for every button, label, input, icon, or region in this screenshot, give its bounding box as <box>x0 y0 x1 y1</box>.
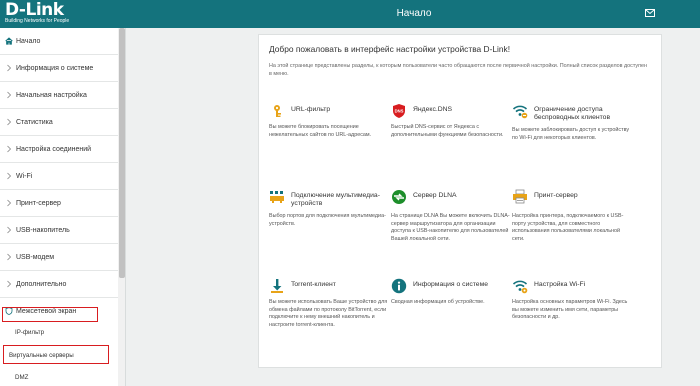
chevron-right-icon <box>7 199 12 207</box>
sidebar-item-label: Настройка соединений <box>16 145 92 153</box>
tile-title: Принт-сервер <box>534 192 578 199</box>
sidebar-item-label: Статистика <box>16 118 53 126</box>
mail-icon[interactable] <box>645 9 655 17</box>
wifi-restrict-icon <box>512 105 528 119</box>
sidebar-subitem-label: IP-фильтр <box>15 328 45 336</box>
printer-icon <box>513 189 527 204</box>
sidebar-item-label: Информация о системе <box>16 64 94 72</box>
tile-title: Информация о системе <box>413 281 489 288</box>
yandex-dns-icon: DNS <box>393 104 405 118</box>
welcome-description: На этой странице представлены разделы, к… <box>269 63 647 77</box>
logo[interactable]: D-Link Building Networks for People <box>0 0 128 28</box>
sidebar-item-label: Принт-сервер <box>16 199 61 207</box>
tile-title: Яндекс.DNS <box>413 106 453 113</box>
chevron-right-icon <box>7 280 12 288</box>
sidebar-item-advanced[interactable]: Дополнительно <box>0 271 118 298</box>
welcome-title: Добро пожаловать в интерфейс настройки у… <box>269 44 511 54</box>
top-bar: D-Link Building Networks for People Нача… <box>0 0 700 28</box>
tile-title: URL-фильтр <box>291 106 331 113</box>
tile-description: Вы можете использовать Ваше устройство д… <box>269 299 388 328</box>
tile-description: Вы можете блокировать посещение нежелате… <box>269 124 372 138</box>
sidebar-item-label: Начало <box>16 37 41 45</box>
svg-text:DNS: DNS <box>395 109 404 114</box>
sidebar-item-statistics[interactable]: Статистика <box>0 109 118 136</box>
tile-title: Torrent-клиент <box>291 281 336 288</box>
sidebar-item-label: Wi-Fi <box>16 172 33 180</box>
logo-tagline: Building Networks for People <box>5 18 70 24</box>
tile-title: Сервер DLNA <box>413 192 457 199</box>
sidebar-item-label: USB-модем <box>16 253 55 261</box>
sidebar-item-usb-modem[interactable]: USB-модем <box>0 244 118 271</box>
tile-description: Настройка основных параметров Wi-Fi. Зде… <box>512 299 628 321</box>
tile-description: Сводная информация об устройстве. <box>391 299 485 305</box>
welcome-card: Добро пожаловать в интерфейс настройки у… <box>258 34 662 368</box>
url-filter-icon <box>274 105 281 117</box>
tile-description: На странице DLNA Вы можете включить DLNA… <box>391 213 510 242</box>
logo-text: D-Link <box>5 0 64 20</box>
sidebar-subitem-label: DMZ <box>15 373 29 381</box>
tile-title: Настройка Wi-Fi <box>534 281 586 288</box>
chevron-right-icon <box>7 64 12 72</box>
sidebar-item-label: USB-накопитель <box>16 226 70 234</box>
sidebar-subitem-dmz[interactable]: DMZ <box>0 364 118 386</box>
sidebar-scrollbar[interactable] <box>118 28 125 386</box>
info-icon <box>391 278 407 294</box>
tile-description: Настройка принтера, подключаемого к USB-… <box>512 213 624 242</box>
torrent-icon <box>271 279 283 293</box>
sidebar-item-usb-storage[interactable]: USB-накопитель <box>0 217 118 244</box>
chevron-right-icon <box>7 226 12 234</box>
wifi-icon <box>512 280 528 294</box>
multimedia-icon <box>270 191 284 203</box>
highlight-box-virtual-servers <box>3 345 109 364</box>
sidebar-item-initial-setup[interactable]: Начальная настройка <box>0 82 118 109</box>
sidebar-item-home[interactable]: Начало <box>0 28 118 55</box>
chevron-right-icon <box>7 145 12 153</box>
sidebar-item-label: Дополнительно <box>16 280 67 288</box>
tile-description: Быстрый DNS-сервис от Яндекса с дополнит… <box>391 124 504 138</box>
home-icon <box>5 37 13 45</box>
tile-title: Ограничение доступа беспроводных клиенто… <box>534 106 611 121</box>
chevron-right-icon <box>7 253 12 261</box>
chevron-right-icon <box>7 118 12 126</box>
page-title: Начало <box>396 8 432 19</box>
sidebar-item-wifi[interactable]: Wi-Fi <box>0 163 118 190</box>
chevron-right-icon <box>7 172 12 180</box>
sidebar-item-connections[interactable]: Настройка соединений <box>0 136 118 163</box>
scrollbar-thumb[interactable] <box>119 28 125 278</box>
sidebar: Начало Информация о системе Начальная на… <box>0 28 126 386</box>
tile-title: Подключение мультимедиа-устройств <box>291 192 380 207</box>
chevron-right-icon <box>7 91 12 99</box>
dlna-icon <box>392 190 406 204</box>
sidebar-item-print-server[interactable]: Принт-сервер <box>0 190 118 217</box>
sidebar-item-system-info[interactable]: Информация о системе <box>0 55 118 82</box>
sidebar-item-label: Начальная настройка <box>16 91 87 99</box>
tile-description: Вы можете заблокировать доступ к устройс… <box>512 127 630 141</box>
tile-description: Выбор портов для подключения мультимедиа… <box>269 213 386 227</box>
